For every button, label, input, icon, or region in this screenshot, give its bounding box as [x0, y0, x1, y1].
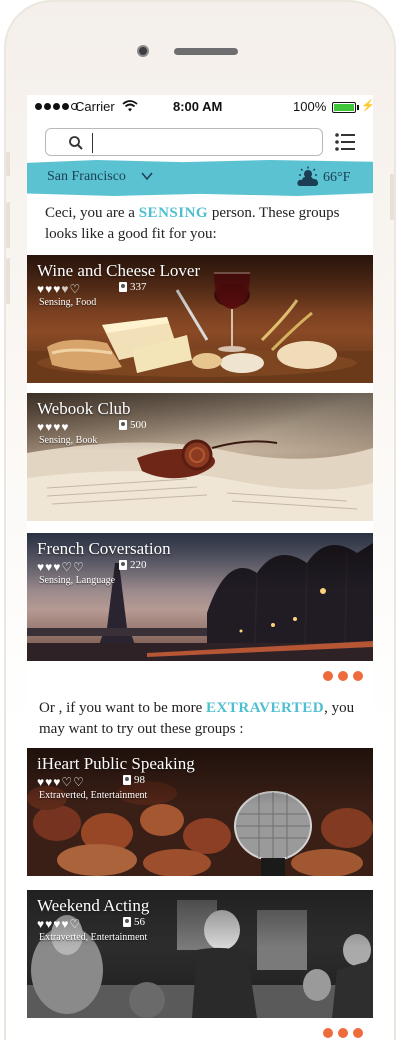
battery-percent: 100% [293, 99, 327, 114]
chevron-down-icon[interactable] [141, 171, 153, 181]
alternate-text: Or , if you want to be more [39, 700, 207, 716]
member-count-value: 220 [130, 559, 147, 571]
group-card-weekend-acting[interactable]: Weekend Acting ♥♥♥♥♡ 56 Extraverted, Ent… [27, 890, 373, 1018]
group-tags: Extraverted, Entertainment [39, 790, 148, 801]
group-title: French Coversation [37, 539, 171, 558]
group-tags: Sensing, Food [39, 297, 97, 308]
group-card-french-conversation[interactable]: French Coversation ♥♥♥♡♡ 220 Sensing, La… [27, 533, 373, 661]
member-icon [119, 560, 127, 570]
member-count-value: 500 [130, 419, 147, 431]
member-icon [119, 420, 127, 430]
wifi-icon [122, 100, 138, 112]
member-count: 98 [123, 774, 145, 786]
member-count: 220 [119, 559, 147, 571]
signal-strength-icon [35, 103, 78, 110]
member-count: 56 [123, 916, 145, 928]
clock: 8:00 AM [173, 99, 223, 114]
heart-rating-icon: ♥♥♥♥ [37, 420, 70, 434]
member-count: 500 [119, 419, 147, 431]
member-icon [123, 917, 131, 927]
volume-down-button [6, 258, 10, 304]
mute-switch [6, 152, 10, 176]
heart-rating-icon: ♥♥♥♥♡ [37, 917, 82, 931]
heart-rating-icon: ♥♥♥♡♡ [37, 775, 85, 789]
battery-tip [357, 105, 359, 110]
list-menu-icon[interactable] [334, 131, 356, 153]
earpiece-speaker [174, 48, 238, 55]
personality-trait: SENSING [138, 205, 209, 221]
heart-rating-icon: ♥♥♥♡♡ [37, 560, 85, 574]
member-count-value: 98 [134, 774, 145, 786]
app-screen: Carrier 8:00 AM 100% ⚡ San Francisco 66°… [27, 95, 373, 1040]
charging-icon: ⚡ [361, 100, 373, 112]
group-card-wine-cheese[interactable]: Wine and Cheese Lover ♥♥♥♥♡ 337 Sensing,… [27, 255, 373, 383]
partly-cloudy-icon [297, 166, 319, 186]
front-camera [137, 45, 149, 57]
group-title: Wine and Cheese Lover [37, 261, 201, 280]
group-title: Webook Club [37, 399, 131, 418]
group-card-book-club[interactable]: Webook Club ♥♥♥♥ 500 Sensing, Book [27, 393, 373, 521]
alternate-trait: EXTRAVERTED [206, 700, 325, 716]
group-card-public-speaking[interactable]: iHeart Public Speaking ♥♥♥♡♡ 98 Extraver… [27, 748, 373, 876]
group-tags: Extraverted, Entertainment [39, 932, 148, 943]
more-groups-indicator[interactable] [323, 671, 363, 681]
status-bar: Carrier 8:00 AM 100% ⚡ [27, 95, 373, 119]
battery-icon [332, 102, 356, 113]
carrier-label: Carrier [75, 99, 115, 114]
more-groups-indicator[interactable] [323, 1028, 363, 1038]
group-tags: Sensing, Language [39, 575, 116, 586]
temperature: 66°F [323, 170, 351, 185]
heart-rating-icon: ♥♥♥♥♡ [37, 282, 82, 296]
city-selector[interactable]: San Francisco [47, 169, 126, 185]
intro-text: Ceci, you are a [45, 205, 139, 221]
search-icon [69, 136, 83, 150]
volume-up-button [6, 202, 10, 248]
group-title: Weekend Acting [37, 896, 150, 915]
member-icon [123, 775, 131, 785]
group-tags: Sensing, Book [39, 435, 98, 446]
group-title: iHeart Public Speaking [37, 754, 195, 773]
member-count: 337 [119, 281, 147, 293]
power-button [390, 174, 394, 220]
search-bar[interactable] [45, 128, 323, 156]
sensing-intro: Ceci, you are a SENSING person. These gr… [45, 203, 363, 245]
member-count-value: 337 [130, 281, 147, 293]
member-count-value: 56 [134, 916, 145, 928]
search-input[interactable] [92, 133, 312, 153]
extraverted-intro: Or , if you want to be more EXTRAVERTED,… [39, 698, 369, 740]
member-icon [119, 282, 127, 292]
